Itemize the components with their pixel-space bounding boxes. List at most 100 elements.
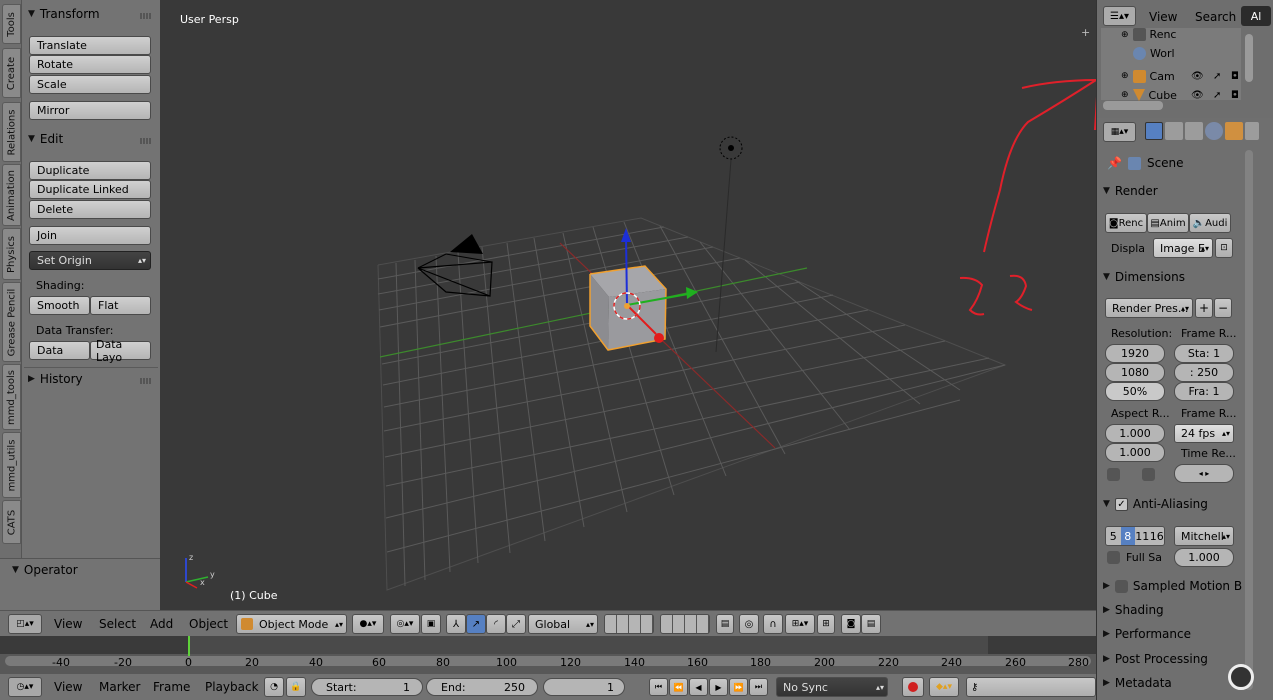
layer-buttons-group-1[interactable]	[604, 614, 654, 634]
render-tab-icon[interactable]	[1145, 122, 1163, 140]
snap-toggle[interactable]: ∩	[763, 614, 783, 634]
eye-icon[interactable]: 👁	[1191, 90, 1204, 101]
editor-type-dropdown[interactable]: ☰▴▾	[1103, 6, 1136, 26]
playback-menu[interactable]: Playback	[205, 680, 259, 694]
delete-button[interactable]: Delete	[29, 200, 151, 219]
aa-sample-5[interactable]: 5	[1106, 527, 1121, 545]
jump-start-icon[interactable]: ⏮	[649, 678, 668, 696]
tab-mmd-utils[interactable]: mmd_utils	[2, 432, 21, 498]
marker-menu[interactable]: Marker	[99, 680, 140, 694]
outliner-row-render[interactable]: ⊕ Renc	[1121, 28, 1176, 41]
edit-panel-header[interactable]: ▼ Edit	[28, 132, 63, 146]
editor-type-dropdown[interactable]: ◷▴▾	[8, 677, 42, 697]
translate-manipulator-button[interactable]: ↗	[466, 614, 486, 634]
outliner-row-world[interactable]: Worl	[1133, 47, 1175, 60]
end-frame-field[interactable]: End: 250	[426, 678, 538, 696]
transform-orientation-dropdown[interactable]: Global ▴▾	[528, 614, 598, 634]
tab-grease-pencil[interactable]: Grease Pencil	[2, 282, 21, 362]
post-processing-panel-header[interactable]: ▶ Post Processing	[1103, 652, 1208, 666]
tab-create[interactable]: Create	[2, 48, 21, 98]
drag-grip-icon[interactable]	[140, 378, 152, 384]
sampled-motion-blur-header[interactable]: ▶ Sampled Motion B	[1103, 579, 1242, 593]
object-tab-icon[interactable]	[1225, 122, 1243, 140]
add-preset-button[interactable]: +	[1195, 298, 1213, 318]
render-image-button[interactable]: ◙ Renc	[1105, 213, 1147, 233]
current-frame-line[interactable]	[188, 636, 190, 656]
keying-mode-dropdown[interactable]: ◆▴▾	[929, 677, 959, 697]
view-menu[interactable]: View	[54, 617, 82, 631]
render-camera-icon[interactable]: ◘	[1231, 90, 1239, 101]
tab-relations[interactable]: Relations	[2, 102, 21, 162]
resolution-percentage-slider[interactable]: 50%	[1105, 382, 1165, 401]
drag-grip-icon[interactable]	[140, 138, 152, 144]
object-menu[interactable]: Object	[189, 617, 228, 631]
eye-icon[interactable]: 👁	[1191, 71, 1204, 82]
3d-viewport[interactable]: User Persp (1) Cube z y x +	[160, 0, 1096, 610]
render-opengl-animation-button[interactable]: ▤	[861, 614, 881, 634]
manipulator-toggle[interactable]: ⅄	[446, 614, 466, 634]
keying-set-field[interactable]: ⚷	[966, 677, 1096, 697]
start-frame-field[interactable]: Start: 1	[311, 678, 423, 696]
layer-lock-button[interactable]: ▤	[716, 614, 734, 634]
duplicate-linked-button[interactable]: Duplicate Linked	[29, 180, 151, 199]
rotate-button[interactable]: Rotate	[29, 55, 151, 74]
performance-panel-header[interactable]: ▶ Performance	[1103, 627, 1191, 641]
world-tab-icon[interactable]	[1205, 122, 1223, 140]
remove-preset-button[interactable]: −	[1214, 298, 1232, 318]
add-menu[interactable]: Add	[150, 617, 173, 631]
expand-plus-icon[interactable]: ⊕	[1121, 30, 1129, 40]
translate-button[interactable]: Translate	[29, 36, 151, 55]
crop-checkbox[interactable]	[1142, 468, 1155, 481]
full-sample-checkbox[interactable]	[1107, 551, 1120, 564]
motion-blur-checkbox[interactable]	[1114, 579, 1128, 593]
rotate-manipulator-button[interactable]: ◜	[486, 614, 506, 634]
layer-buttons-group-2[interactable]	[660, 614, 710, 634]
full-sample-option[interactable]: Full Sa	[1107, 551, 1162, 564]
metadata-panel-header[interactable]: ▶ Metadata	[1103, 676, 1172, 690]
timeline-scrollbar[interactable]	[5, 656, 1091, 666]
cursor-select-icon[interactable]: ➚	[1213, 71, 1221, 82]
flat-button[interactable]: Flat	[90, 296, 151, 315]
snap-target-button[interactable]: ⊞	[817, 614, 835, 634]
pivot-point-dropdown[interactable]: ◎▴▾	[390, 614, 420, 634]
jump-keyframe-forward-icon[interactable]: ⏩	[729, 678, 748, 696]
display-dropdown[interactable]: Image E ▴▾	[1153, 238, 1213, 258]
editor-type-dropdown[interactable]: ▦▴▾	[1103, 122, 1136, 142]
smooth-button[interactable]: Smooth	[29, 296, 90, 315]
viewport-expand-icon[interactable]: +	[1081, 26, 1090, 39]
operator-panel-header[interactable]: ▼ Operator	[12, 563, 78, 577]
current-frame-field[interactable]: 1	[543, 678, 625, 696]
viewport-shading-dropdown[interactable]: ●▴▾	[352, 614, 384, 634]
frame-end-field[interactable]: : 250	[1174, 363, 1234, 382]
lamp-object[interactable]	[715, 136, 743, 353]
resolution-y-field[interactable]: 1080	[1105, 363, 1165, 382]
aspect-y-field[interactable]: 1.000	[1105, 443, 1165, 462]
constraints-tab-icon[interactable]	[1245, 122, 1259, 140]
sync-mode-dropdown[interactable]: No Sync ▴▾	[776, 677, 888, 697]
data-layout-button[interactable]: Data Layo	[90, 338, 151, 364]
outliner-horizontal-scrollbar[interactable]	[1103, 101, 1163, 110]
select-menu[interactable]: Select	[99, 617, 136, 631]
border-checkbox[interactable]	[1107, 468, 1120, 481]
aa-filter-dropdown[interactable]: Mitchell ▴▾	[1174, 526, 1234, 546]
scale-manipulator-button[interactable]: ⤢	[506, 614, 526, 634]
tab-animation[interactable]: Animation	[2, 164, 21, 226]
properties-scrollbar[interactable]	[1245, 150, 1253, 690]
play-icon[interactable]: ▶	[709, 678, 728, 696]
expand-plus-icon[interactable]: ⊕	[1121, 90, 1129, 100]
editor-type-dropdown[interactable]: ◰▴▾	[8, 614, 42, 634]
preview-range-toggle[interactable]: ◔	[264, 677, 284, 697]
expand-plus-icon[interactable]: ⊕	[1121, 71, 1129, 81]
render-camera-icon[interactable]: ◘	[1231, 71, 1239, 82]
frame-menu[interactable]: Frame	[153, 680, 190, 694]
set-origin-dropdown[interactable]: Set Origin ▴▾	[29, 251, 151, 270]
antialiasing-panel-header[interactable]: ▼ ✓ Anti-Aliasing	[1103, 497, 1208, 511]
tab-physics[interactable]: Physics	[2, 228, 21, 280]
resolution-x-field[interactable]: 1920	[1105, 344, 1165, 363]
jump-end-icon[interactable]: ⏭	[749, 678, 768, 696]
render-layers-tab-icon[interactable]	[1165, 122, 1183, 140]
mirror-button[interactable]: Mirror	[29, 101, 151, 120]
proportional-edit-button[interactable]: ◎	[739, 614, 759, 634]
outliner-vertical-scrollbar[interactable]	[1245, 34, 1253, 82]
timeline[interactable]: -40 -20 0 20 40 60 80 100 120 140 160 18…	[0, 636, 1096, 674]
